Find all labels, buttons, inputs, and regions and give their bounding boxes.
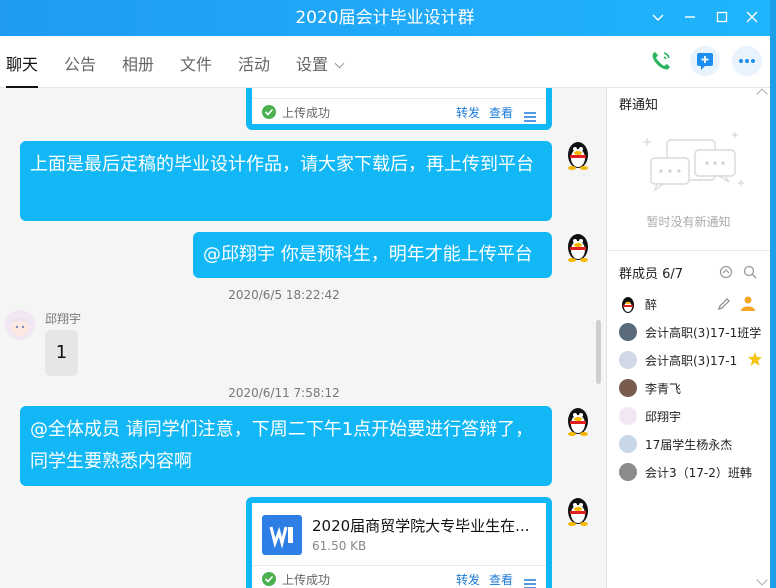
members-title: 群成员 6/7 <box>619 267 684 282</box>
peer-name: 邱翔宇 <box>45 312 82 326</box>
file-card-previous[interactable]: 上传成功 转发 查看 <box>246 88 552 130</box>
member-item[interactable]: 会计3（17-2）班韩 <box>619 461 771 483</box>
avatar <box>619 379 637 397</box>
message-bubble-self[interactable]: @邱翔宇 你是预科生，明年才能上传平台 <box>193 232 552 278</box>
title-bar: 2020届会计毕业设计群 <box>0 0 770 36</box>
member-name: 会计3（17-2）班韩 <box>645 466 752 480</box>
member-name: 李青飞 <box>645 382 682 396</box>
avatar <box>619 435 637 453</box>
avatar <box>619 295 637 313</box>
member-item[interactable]: 醉 <box>619 293 771 315</box>
menu-icon[interactable] <box>524 574 536 588</box>
member-item[interactable]: 17届学生杨永杰 <box>619 433 771 455</box>
avatar <box>619 407 637 425</box>
tab-settings-label: 设置 <box>296 55 329 74</box>
avatar-peer[interactable] <box>5 310 35 340</box>
member-item[interactable]: 会计高职(3)17-1 <box>619 349 771 371</box>
member-item[interactable]: 会计高职(3)17-1班学 <box>619 321 771 343</box>
timestamp: 2020/6/11 7:58:12 <box>228 386 340 400</box>
tab-files[interactable]: 文件 <box>180 36 212 88</box>
member-name: 17届学生杨永杰 <box>645 438 733 452</box>
success-check-icon <box>262 105 276 119</box>
chat-history[interactable]: 上传成功 转发 查看 上面是最后定稿的毕业设计作品，请大家下载后，再上传到平台 … <box>0 88 606 588</box>
more-options-icon[interactable] <box>732 46 762 76</box>
menu-icon[interactable] <box>524 107 536 122</box>
tab-announcement[interactable]: 公告 <box>64 36 96 88</box>
qq-group-chat-window: 2020届会计毕业设计群 聊天 公告 相册 文件 活动 设置 上传成功 转发 查… <box>0 0 776 588</box>
panel-separator <box>607 250 770 251</box>
avatar <box>619 323 637 341</box>
upload-status-text: 上传成功 <box>282 573 331 587</box>
notice-title: 群通知 <box>619 98 659 113</box>
search-icon[interactable] <box>743 264 757 283</box>
member-manage-icon[interactable] <box>719 264 733 283</box>
view-link[interactable]: 查看 <box>489 571 513 588</box>
avatar <box>619 463 637 481</box>
tab-album-label: 相册 <box>122 55 155 74</box>
file-card-footer: 上传成功 转发 查看 <box>252 98 546 124</box>
forward-link[interactable]: 转发 <box>456 104 480 121</box>
message-bubble-peer[interactable]: 1 <box>45 330 78 376</box>
tab-album[interactable]: 相册 <box>122 36 154 88</box>
maximize-button[interactable] <box>710 6 734 28</box>
success-check-icon <box>262 572 276 586</box>
scroll-down-arrow-icon[interactable] <box>756 574 768 586</box>
tab-activity[interactable]: 活动 <box>238 36 270 88</box>
group-info-panel: 群通知 暂时没有新通知 群成员 6/7 醉 会计高职(3)17-1班学 会计高职… <box>607 88 770 588</box>
view-link[interactable]: 查看 <box>489 104 513 121</box>
phone-call-icon[interactable] <box>646 46 676 76</box>
member-name: 邱翔宇 <box>645 410 682 424</box>
timestamp: 2020/6/5 18:22:42 <box>228 288 340 302</box>
share-screen-icon[interactable] <box>690 46 720 76</box>
file-size: 61.50 KB <box>312 539 367 553</box>
tab-settings[interactable]: 设置 <box>296 36 345 88</box>
file-card-footer: 上传成功 转发 查看 <box>252 565 546 588</box>
close-button[interactable] <box>740 6 764 28</box>
forward-link[interactable]: 转发 <box>456 571 480 588</box>
word-file-icon <box>262 515 302 555</box>
edit-icon[interactable] <box>717 296 731 315</box>
tab-activity-label: 活动 <box>238 55 271 74</box>
admin-star-icon <box>747 351 763 371</box>
avatar-self[interactable] <box>563 494 593 526</box>
file-name[interactable]: 2020届商贸学院大专毕业生在... <box>312 515 529 536</box>
chat-scrollbar[interactable] <box>596 320 601 384</box>
tab-bar: 聊天 公告 相册 文件 活动 设置 <box>0 36 770 88</box>
message-bubble-self[interactable]: @全体成员 请同学们注意，下周二下午1点开始要进行答辩了，同学生要熟悉内容啊 <box>20 406 552 486</box>
member-name: 会计高职(3)17-1 <box>645 354 738 368</box>
group-owner-icon <box>739 294 757 316</box>
member-name: 会计高职(3)17-1班学 <box>645 326 761 340</box>
dropdown-icon[interactable] <box>646 6 670 28</box>
tab-chat-label: 聊天 <box>6 55 39 74</box>
tab-announcement-label: 公告 <box>64 55 97 74</box>
message-bubble-self[interactable]: 上面是最后定稿的毕业设计作品，请大家下载后，再上传到平台 <box>20 141 552 221</box>
member-item[interactable]: 李青飞 <box>619 377 771 399</box>
avatar-self[interactable] <box>563 404 593 436</box>
scroll-up-arrow-icon[interactable] <box>756 88 768 100</box>
minimize-button[interactable] <box>678 6 702 28</box>
empty-notice-text: 暂时没有新通知 <box>646 215 731 229</box>
member-item[interactable]: 邱翔宇 <box>619 405 771 427</box>
file-card[interactable]: 2020届商贸学院大专毕业生在... 61.50 KB 上传成功 转发 查看 <box>246 497 552 588</box>
avatar-self[interactable] <box>563 138 593 170</box>
chevron-down-icon <box>334 58 345 69</box>
upload-status-text: 上传成功 <box>282 106 331 120</box>
avatar-self[interactable] <box>563 230 593 262</box>
avatar <box>619 351 637 369</box>
tab-files-label: 文件 <box>180 55 213 74</box>
empty-notice-illustration-icon <box>637 128 747 207</box>
tab-chat[interactable]: 聊天 <box>6 36 39 88</box>
